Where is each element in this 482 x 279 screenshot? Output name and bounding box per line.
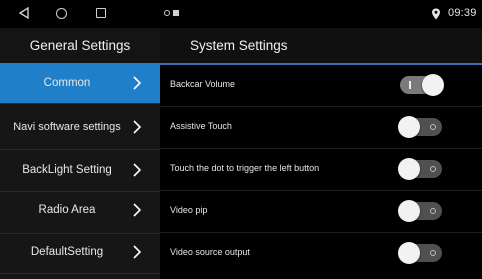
setting-row-assistive-touch: Assistive Touch (160, 107, 482, 149)
home-icon[interactable] (56, 8, 67, 19)
tab-general-settings[interactable]: General Settings (0, 28, 160, 63)
sidebar-item-common[interactable]: Common (0, 63, 160, 103)
sidebar-divider (0, 103, 160, 104)
toggle-off-mark-icon (430, 166, 436, 172)
setting-label: Backcar Volume (170, 79, 236, 89)
touch-dot-toggle[interactable] (398, 158, 442, 180)
video-pip-toggle[interactable] (398, 200, 442, 222)
toggle-knob (398, 200, 420, 222)
sidebar-divider (0, 273, 160, 274)
sidebar-item-navi-software[interactable]: Navi software settings (0, 107, 160, 147)
notification-square-icon (173, 10, 179, 16)
sidebar-item-default-setting[interactable]: DefaultSetting (0, 232, 160, 272)
notification-circle-icon (164, 10, 170, 16)
status-bar: 09:39 (0, 0, 482, 28)
chevron-right-icon (133, 245, 142, 259)
setting-label: Video pip (170, 205, 208, 215)
sidebar-item-label: DefaultSetting (30, 246, 104, 258)
setting-row-backcar-volume: Backcar Volume (160, 65, 482, 107)
chevron-right-icon (133, 203, 142, 217)
sidebar-item-label: Common (43, 77, 91, 89)
video-source-output-toggle[interactable] (398, 242, 442, 264)
location-icon (432, 8, 440, 20)
toggle-off-mark-icon (430, 208, 436, 214)
setting-label: Touch the dot to trigger the left button (170, 163, 320, 173)
toggle-knob (422, 74, 444, 96)
sidebar-item-label: BackLight Setting (22, 164, 112, 176)
setting-row-video-pip: Video pip (160, 191, 482, 233)
sidebar-item-radio-area[interactable]: Radio Area (0, 190, 160, 230)
settings-list: Backcar Volume Assistive Touch Touch the… (160, 65, 482, 279)
toggle-off-mark-icon (430, 124, 436, 130)
setting-row-touch-dot: Touch the dot to trigger the left button (160, 149, 482, 191)
toggle-off-mark-icon (430, 250, 436, 256)
toggle-knob (398, 242, 420, 264)
recents-icon[interactable] (96, 8, 106, 18)
back-icon[interactable] (18, 7, 30, 19)
toggle-on-mark-icon (409, 81, 411, 89)
toggle-knob (398, 116, 420, 138)
chevron-right-icon (133, 120, 142, 134)
sidebar-item-backlight[interactable]: BackLight Setting (0, 150, 160, 190)
setting-label: Video source output (170, 247, 250, 257)
sidebar-item-label: Radio Area (38, 204, 96, 216)
chevron-right-icon (133, 163, 142, 177)
backcar-volume-toggle[interactable] (400, 74, 444, 96)
sidebar: Common Navi software settings BackLight … (0, 63, 160, 279)
status-clock: 09:39 (448, 7, 477, 19)
toggle-knob (398, 158, 420, 180)
chevron-right-icon (133, 76, 142, 90)
sidebar-item-label: Navi software settings (13, 121, 121, 133)
setting-row-video-source-output: Video source output (160, 233, 482, 275)
assistive-touch-toggle[interactable] (398, 116, 442, 138)
setting-label: Assistive Touch (170, 121, 232, 131)
page-title: System Settings (160, 28, 482, 63)
